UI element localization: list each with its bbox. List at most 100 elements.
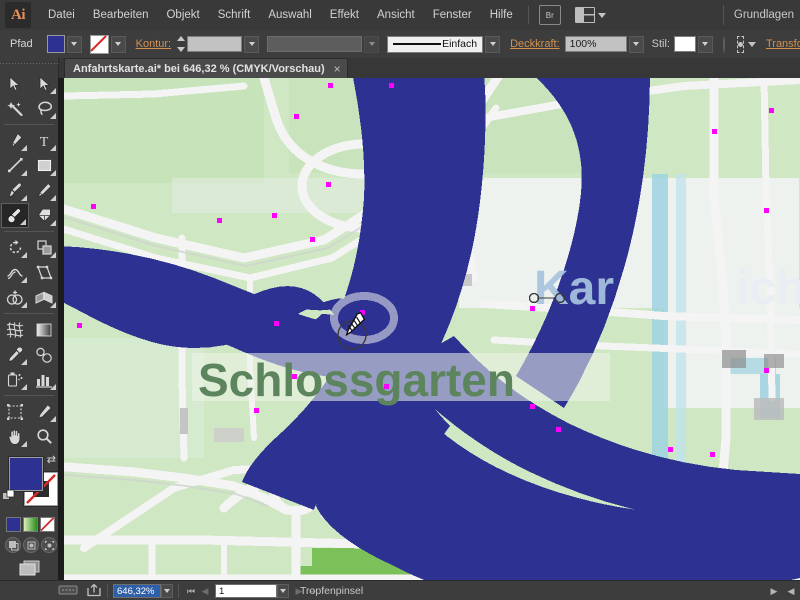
previous-artboard-button[interactable]: ◀ xyxy=(198,584,212,598)
select-similar-chevron-icon[interactable] xyxy=(747,41,756,47)
width-tool[interactable] xyxy=(1,260,29,285)
mesh-tool[interactable] xyxy=(1,317,29,342)
gradient-tool[interactable] xyxy=(30,317,58,342)
menu-item-fenster[interactable]: Fenster xyxy=(424,5,481,25)
opacity-control[interactable]: 100% xyxy=(564,35,644,53)
type-tool[interactable]: T xyxy=(30,128,58,153)
direct-selection-tool[interactable] xyxy=(30,71,58,96)
line-segment-tool[interactable] xyxy=(1,153,29,178)
bridge-button[interactable]: Br xyxy=(538,5,561,25)
zoom-tool[interactable] xyxy=(30,424,58,449)
menu-item-schrift[interactable]: Schrift xyxy=(209,5,260,25)
stroke-swatch-none[interactable] xyxy=(89,34,109,54)
stroke-weight-stepper[interactable] xyxy=(176,36,186,52)
none-button[interactable] xyxy=(40,517,55,532)
swap-fill-stroke-icon[interactable]: ⇄ xyxy=(47,453,56,466)
default-fill-stroke-icon[interactable] xyxy=(2,489,16,506)
stroke-weight-dropdown-arrow[interactable] xyxy=(244,35,260,53)
fill-color-control[interactable] xyxy=(46,35,82,53)
eyedropper-tool[interactable] xyxy=(1,342,29,367)
magic-wand-tool[interactable] xyxy=(1,96,29,121)
opacity-label[interactable]: Deckkraft: xyxy=(510,38,560,50)
artboard-tool[interactable] xyxy=(1,399,29,424)
brush-definition-control[interactable]: Einfach xyxy=(387,35,501,53)
draw-normal-button[interactable] xyxy=(5,537,21,553)
gradient-button[interactable] xyxy=(23,517,38,532)
hand-tool[interactable] xyxy=(1,424,29,449)
selection-tool[interactable] xyxy=(1,71,29,96)
stroke-dropdown-arrow[interactable] xyxy=(110,35,126,53)
lasso-tool[interactable] xyxy=(30,96,58,121)
zoom-level-field[interactable]: 646,32% xyxy=(113,584,161,598)
pen-tool[interactable] xyxy=(1,128,29,153)
status-menu-icon[interactable]: ◀ xyxy=(784,584,798,598)
rectangle-tool[interactable] xyxy=(30,153,58,178)
rotate-tool[interactable] xyxy=(1,235,29,260)
graphic-style-swatch[interactable] xyxy=(673,36,696,52)
stroke-profile-control[interactable] xyxy=(267,35,380,53)
selection-type-label: Pfad xyxy=(10,38,33,50)
graphic-style-dropdown-arrow[interactable] xyxy=(697,35,713,53)
slice-tool[interactable] xyxy=(30,399,58,424)
select-similar-icon[interactable] xyxy=(736,35,744,53)
blend-tool[interactable] xyxy=(30,342,58,367)
tools-panel-grip[interactable] xyxy=(0,58,58,71)
stroke-color-control[interactable] xyxy=(89,34,126,54)
arrange-documents-button[interactable] xyxy=(574,7,606,23)
scale-tool[interactable] xyxy=(30,235,58,260)
stroke-label[interactable]: Kontur: xyxy=(136,38,171,50)
blob-brush-tool[interactable] xyxy=(1,203,29,228)
menu-item-objekt[interactable]: Objekt xyxy=(157,5,208,25)
canvas-area[interactable]: Kar ich Schlossgarten xyxy=(58,78,800,580)
perspective-grid-tool[interactable] xyxy=(30,285,58,310)
opacity-dropdown-arrow[interactable] xyxy=(628,35,644,53)
opacity-field[interactable]: 100% xyxy=(564,36,627,52)
shape-builder-tool[interactable] xyxy=(1,285,29,310)
menu-item-ansicht[interactable]: Ansicht xyxy=(368,5,424,25)
menu-item-datei[interactable]: Datei xyxy=(39,5,84,25)
free-transform-tool[interactable] xyxy=(30,260,58,285)
graphic-style-control[interactable] xyxy=(673,35,713,53)
menu-bar: Ai Datei Bearbeiten Objekt Schrift Auswa… xyxy=(0,0,800,31)
draw-behind-button[interactable] xyxy=(23,537,39,553)
artboard-dropdown-arrow[interactable] xyxy=(277,584,289,598)
edit-artboards-icon[interactable] xyxy=(58,583,78,600)
fill-color-indicator[interactable] xyxy=(9,457,43,491)
menu-item-effekt[interactable]: Effekt xyxy=(321,5,368,25)
transform-label[interactable]: Transformieren xyxy=(766,38,800,50)
menu-item-bearbeiten[interactable]: Bearbeiten xyxy=(84,5,158,25)
first-artboard-button[interactable]: ⏮ xyxy=(184,584,198,598)
fill-swatch[interactable] xyxy=(46,35,65,53)
paintbrush-tool[interactable] xyxy=(1,178,29,203)
eraser-tool[interactable] xyxy=(30,203,58,228)
share-on-behance-icon[interactable] xyxy=(86,583,102,600)
stroke-profile-field[interactable] xyxy=(267,36,363,52)
stroke-weight-field[interactable] xyxy=(187,36,243,52)
brush-preview[interactable]: Einfach xyxy=(387,35,484,53)
current-tool-status[interactable]: Tropfenpinsel xyxy=(300,581,363,600)
brush-dropdown-arrow[interactable] xyxy=(485,35,501,53)
color-button[interactable] xyxy=(6,517,21,532)
menu-item-hilfe[interactable]: Hilfe xyxy=(481,5,522,25)
opacity-sphere-icon[interactable] xyxy=(722,35,725,53)
tools-divider xyxy=(4,313,54,314)
column-graph-tool[interactable] xyxy=(30,367,58,392)
artboard-navigation[interactable]: 1 xyxy=(215,584,289,598)
artboard-number-field[interactable]: 1 xyxy=(215,584,277,598)
workspace-switcher[interactable]: Grundlagen xyxy=(722,0,800,30)
status-next-icon[interactable]: ▶ xyxy=(767,584,781,598)
menu-item-auswahl[interactable]: Auswahl xyxy=(259,5,320,25)
fill-dropdown-arrow[interactable] xyxy=(66,35,82,53)
screen-mode-button[interactable] xyxy=(18,559,40,576)
stroke-weight-control[interactable] xyxy=(187,35,260,53)
document-tab[interactable]: Anfahrtskarte.ai* bei 646,32 % (CMYK/Vor… xyxy=(64,58,348,78)
zoom-control[interactable]: 646,32% xyxy=(113,584,173,598)
illustrator-window: Ai Datei Bearbeiten Objekt Schrift Auswa… xyxy=(0,0,800,600)
artwork-map[interactable]: Kar ich Schlossgarten xyxy=(64,78,800,580)
pencil-tool[interactable] xyxy=(30,178,58,203)
close-icon[interactable]: × xyxy=(334,63,341,75)
draw-inside-button[interactable] xyxy=(41,537,57,553)
zoom-dropdown-arrow[interactable] xyxy=(161,584,173,598)
symbol-sprayer-tool[interactable] xyxy=(1,367,29,392)
tools-panel: T ⇄ xyxy=(0,58,59,600)
